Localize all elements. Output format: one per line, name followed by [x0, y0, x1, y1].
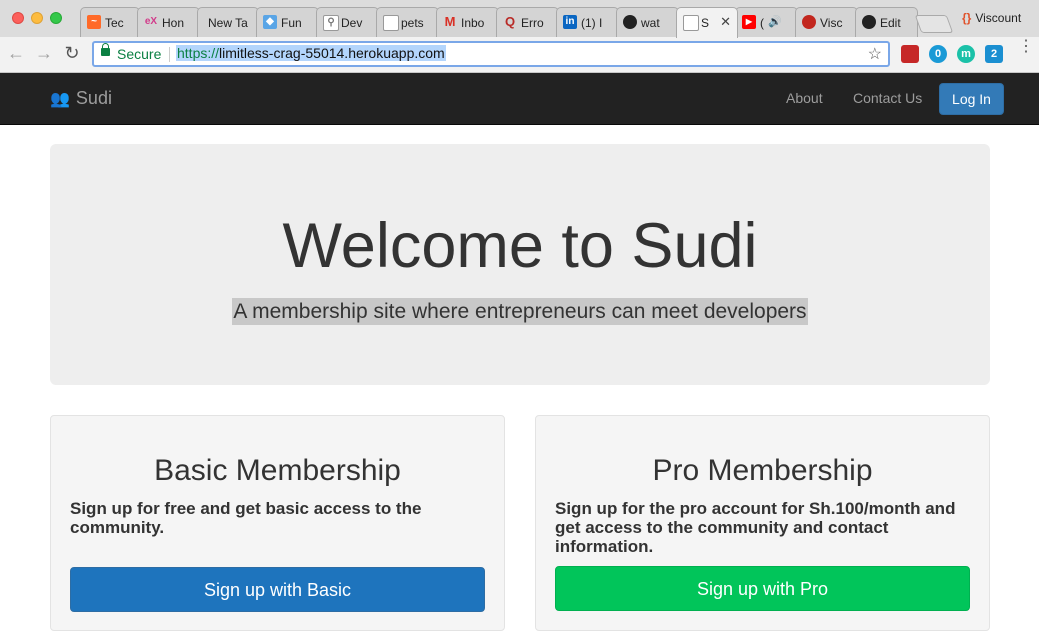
- forward-arrow-icon[interactable]: →: [34, 43, 54, 64]
- ext-teal-icon[interactable]: m: [957, 45, 975, 63]
- trending-icon: ~: [87, 15, 101, 29]
- signup-basic-button[interactable]: Sign up with Basic: [70, 567, 485, 612]
- browser-tab[interactable]: ⚲ Dev: [316, 7, 379, 37]
- nav-about-link[interactable]: About: [786, 90, 823, 106]
- browser-tab-strip: ~ Tec eX Hon New Ta ◆ Fun ⚲ Dev pets M Inbo Q…: [0, 0, 1039, 38]
- profile-button[interactable]: {} Viscount: [962, 11, 1021, 25]
- browser-tab[interactable]: New Ta: [197, 7, 259, 37]
- ext-skype-icon[interactable]: 2: [985, 45, 1003, 63]
- minimize-window-button[interactable]: [31, 12, 43, 24]
- hero-jumbotron: Welcome to Sudi A membership site where …: [50, 144, 990, 385]
- address-separator: [169, 47, 170, 62]
- browser-tab[interactable]: ~ Tec: [80, 7, 140, 37]
- youtube-icon: ▶: [742, 15, 756, 29]
- browser-tab[interactable]: eX Hon: [137, 7, 200, 37]
- page-icon: [683, 15, 699, 31]
- linkedin-icon: in: [563, 15, 577, 29]
- github-icon: [623, 15, 637, 29]
- gmail-icon: M: [444, 14, 456, 29]
- brand-link[interactable]: 👥 Sudi: [50, 88, 112, 109]
- basic-membership-card: Basic Membership Sign up for free and ge…: [50, 415, 505, 631]
- url-text[interactable]: https://limitless-crag-55014.herokuapp.c…: [176, 45, 446, 61]
- browser-tab[interactable]: in (1) I: [556, 7, 619, 37]
- secure-label: Secure: [117, 46, 162, 62]
- hero-subtitle-wrap: A membership site where entrepreneurs ca…: [50, 298, 990, 325]
- basic-card-title: Basic Membership: [154, 454, 401, 487]
- hero-title: Welcome to Sudi: [282, 211, 758, 281]
- new-tab-button[interactable]: [914, 15, 954, 33]
- ext-blue-icon[interactable]: 0: [929, 45, 947, 63]
- reload-icon[interactable]: ↻: [62, 43, 82, 64]
- pro-card-title: Pro Membership: [652, 454, 873, 487]
- github-icon: [862, 15, 876, 29]
- search-page-icon: ⚲: [323, 15, 339, 31]
- signup-pro-button[interactable]: Sign up with Pro: [555, 566, 970, 611]
- pro-card-description: Sign up for the pro account for Sh.100/m…: [555, 499, 956, 556]
- hero-subtitle: A membership site where entrepreneurs ca…: [232, 298, 808, 325]
- browser-tab[interactable]: pets: [376, 7, 439, 37]
- browser-tab[interactable]: Visc: [795, 7, 858, 37]
- zoom-window-button[interactable]: [50, 12, 62, 24]
- fish-icon: ◆: [263, 15, 277, 29]
- profile-icon: {}: [962, 11, 972, 25]
- browser-tab[interactable]: Edit: [855, 7, 918, 37]
- browser-tab[interactable]: Q Erro: [496, 7, 559, 37]
- viscount-icon: [802, 15, 816, 29]
- basic-card-description: Sign up for free and get basic access to…: [70, 499, 422, 537]
- quora-icon: Q: [504, 14, 516, 29]
- nav-contact-link[interactable]: Contact Us: [853, 90, 922, 106]
- login-button[interactable]: Log In: [939, 83, 1004, 115]
- close-tab-icon[interactable]: ✕: [720, 14, 731, 30]
- close-window-button[interactable]: [12, 12, 24, 24]
- speaker-icon: 🔊: [768, 16, 782, 28]
- lock-icon: [101, 43, 110, 56]
- pro-membership-card: Pro Membership Sign up for the pro accou…: [535, 415, 990, 631]
- browser-menu-icon[interactable]: ⋮: [1018, 39, 1034, 55]
- browser-tab[interactable]: ◆ Fun: [256, 7, 319, 37]
- page-icon: [383, 15, 399, 31]
- back-arrow-icon[interactable]: ←: [6, 43, 26, 64]
- browser-toolbar: ← → ↻ Secure https://limitless-crag-5501…: [0, 37, 1039, 73]
- users-icon: 👥: [50, 91, 70, 108]
- browser-tab[interactable]: ▶(🔊: [735, 7, 798, 37]
- browser-tab[interactable]: wat: [616, 7, 679, 37]
- bookmark-star-icon[interactable]: ☆: [868, 44, 882, 64]
- browser-tab[interactable]: M Inbo: [436, 7, 499, 37]
- edx-icon: eX: [144, 16, 158, 27]
- site-navbar: 👥 Sudi About Contact Us Log In: [0, 73, 1039, 125]
- browser-tab-active[interactable]: S ✕: [676, 7, 738, 38]
- address-bar[interactable]: Secure https://limitless-crag-55014.hero…: [92, 41, 890, 67]
- ext-red-icon[interactable]: [901, 45, 919, 63]
